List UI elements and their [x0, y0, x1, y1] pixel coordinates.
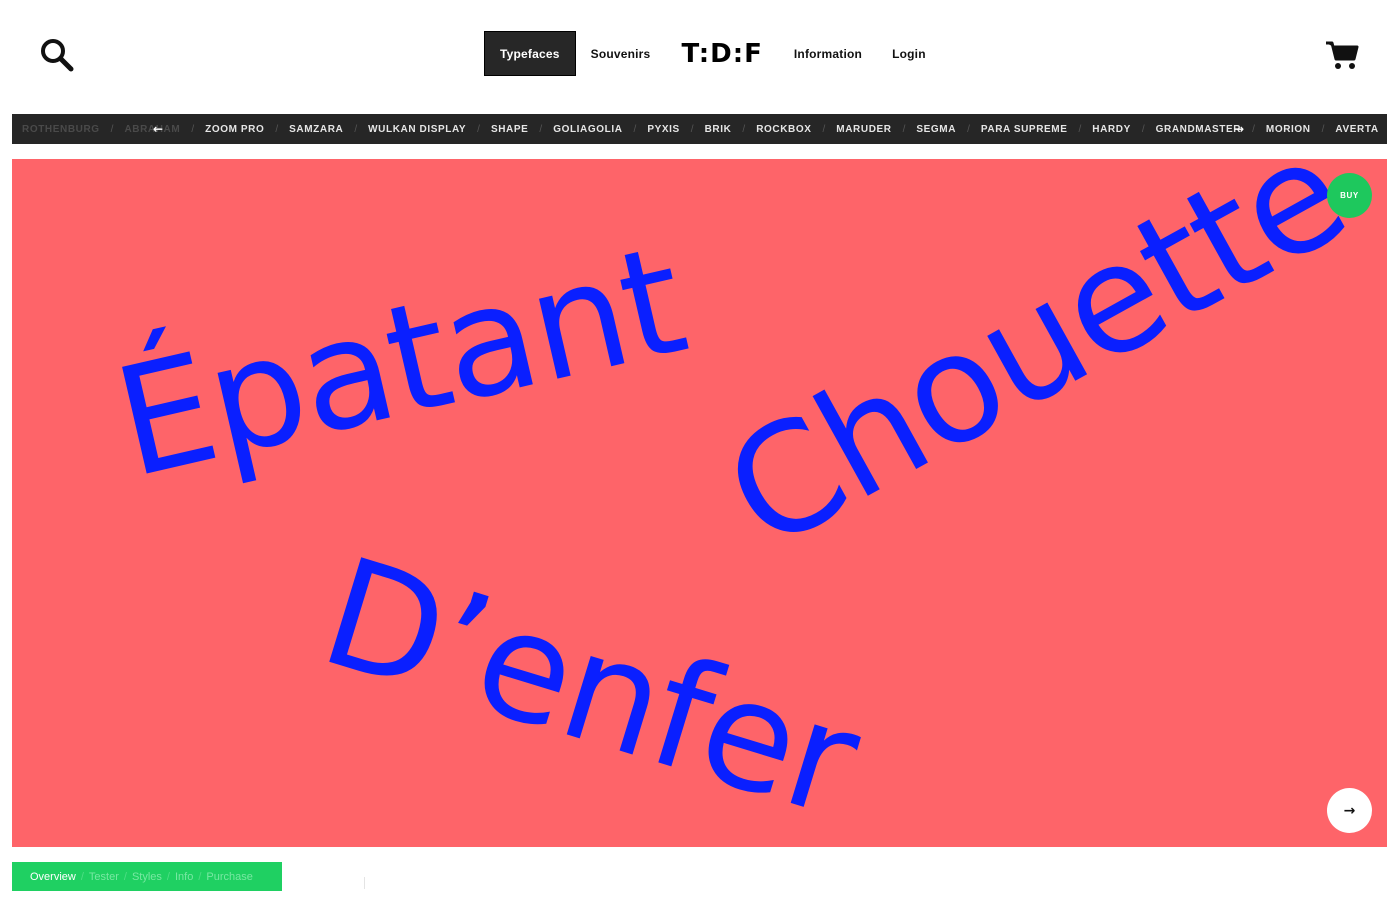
- strip-item[interactable]: ZOOM PRO: [205, 124, 264, 135]
- arrow-right-icon: →: [1343, 802, 1356, 819]
- strip-item[interactable]: PARA SUPREME: [981, 124, 1068, 135]
- nav-information[interactable]: Information: [779, 31, 877, 76]
- tab-info[interactable]: Info: [175, 871, 193, 883]
- strip-item[interactable]: ROCKBOX: [756, 124, 811, 135]
- tab-tester[interactable]: Tester: [89, 871, 119, 883]
- hero-specimen: Épatant Chouette D’enfer BUY →: [12, 159, 1387, 847]
- cart-icon: [1326, 41, 1359, 69]
- tab-overview[interactable]: Overview: [30, 871, 76, 883]
- strip-separator: /: [822, 123, 826, 135]
- strip-item[interactable]: GRANDMASTER: [1156, 124, 1242, 135]
- strip-item[interactable]: SAMZARA: [289, 124, 343, 135]
- strip-separator: /: [902, 123, 906, 135]
- tab-separator: /: [80, 870, 84, 883]
- tab-separator: /: [166, 870, 170, 883]
- nav-souvenirs[interactable]: Souvenirs: [576, 31, 666, 76]
- search-button[interactable]: [38, 36, 78, 76]
- hero-word-denfer: D’enfer: [304, 525, 876, 847]
- strip-separator: /: [354, 123, 358, 135]
- hero-word-epatant: Épatant: [101, 213, 699, 512]
- buy-button[interactable]: BUY: [1327, 173, 1372, 218]
- strip-separator: /: [633, 123, 637, 135]
- strip-separator: /: [742, 123, 746, 135]
- tab-separator: /: [198, 870, 202, 883]
- typeface-section-tabs: Overview / Tester / Styles / Info / Purc…: [12, 862, 282, 891]
- strip-separator: /: [110, 123, 114, 135]
- strip-item[interactable]: SEGMA: [916, 124, 956, 135]
- site-logo[interactable]: T:D:F: [665, 39, 778, 69]
- strip-prev-button[interactable]: ←: [150, 121, 166, 137]
- strip-item[interactable]: ROTHENBURG: [22, 124, 100, 135]
- tab-separator: /: [123, 870, 127, 883]
- strip-item[interactable]: PYXIS: [647, 124, 679, 135]
- tab-styles[interactable]: Styles: [132, 871, 162, 883]
- main-nav: Typefaces Souvenirs T:D:F Information Lo…: [484, 31, 941, 76]
- strip-separator: /: [275, 123, 279, 135]
- tab-purchase[interactable]: Purchase: [206, 871, 252, 883]
- strip-separator: /: [1078, 123, 1082, 135]
- strip-item[interactable]: HARDY: [1092, 124, 1131, 135]
- strip-separator: /: [539, 123, 543, 135]
- cart-button[interactable]: [1324, 38, 1360, 72]
- typeface-strip-track: ROTHENBURG / ABRAHAM / ZOOM PRO / SAMZARA / WULK…: [22, 114, 1387, 144]
- strip-separator: /: [1321, 123, 1325, 135]
- typeface-strip: ROTHENBURG / ABRAHAM / ZOOM PRO / SAMZARA / WULK…: [12, 114, 1387, 144]
- strip-item[interactable]: BRIK: [705, 124, 732, 135]
- search-icon: [41, 39, 74, 72]
- strip-item[interactable]: SHAPE: [491, 124, 528, 135]
- hero-next-button[interactable]: →: [1327, 788, 1372, 833]
- strip-separator: /: [191, 123, 195, 135]
- strip-item[interactable]: MARUDER: [836, 124, 891, 135]
- hero-word-chouette: Chouette: [699, 159, 1373, 584]
- arrow-right-icon: →: [1233, 122, 1245, 136]
- nav-typefaces[interactable]: Typefaces: [484, 31, 576, 76]
- strip-separator: /: [690, 123, 694, 135]
- strip-separator: /: [1252, 123, 1255, 135]
- arrow-left-icon: ←: [152, 122, 164, 136]
- strip-separator: /: [1141, 123, 1145, 135]
- strip-separator: /: [477, 123, 480, 135]
- divider: [364, 877, 365, 889]
- strip-separator: /: [967, 123, 970, 135]
- strip-item[interactable]: MORION: [1266, 124, 1311, 135]
- strip-item[interactable]: AVERTA: [1335, 124, 1378, 135]
- strip-item[interactable]: WULKAN DISPLAY: [368, 124, 466, 135]
- strip-next-button[interactable]: →: [1231, 121, 1247, 137]
- strip-item[interactable]: GOLIAGOLIA: [553, 124, 622, 135]
- nav-login[interactable]: Login: [877, 31, 941, 76]
